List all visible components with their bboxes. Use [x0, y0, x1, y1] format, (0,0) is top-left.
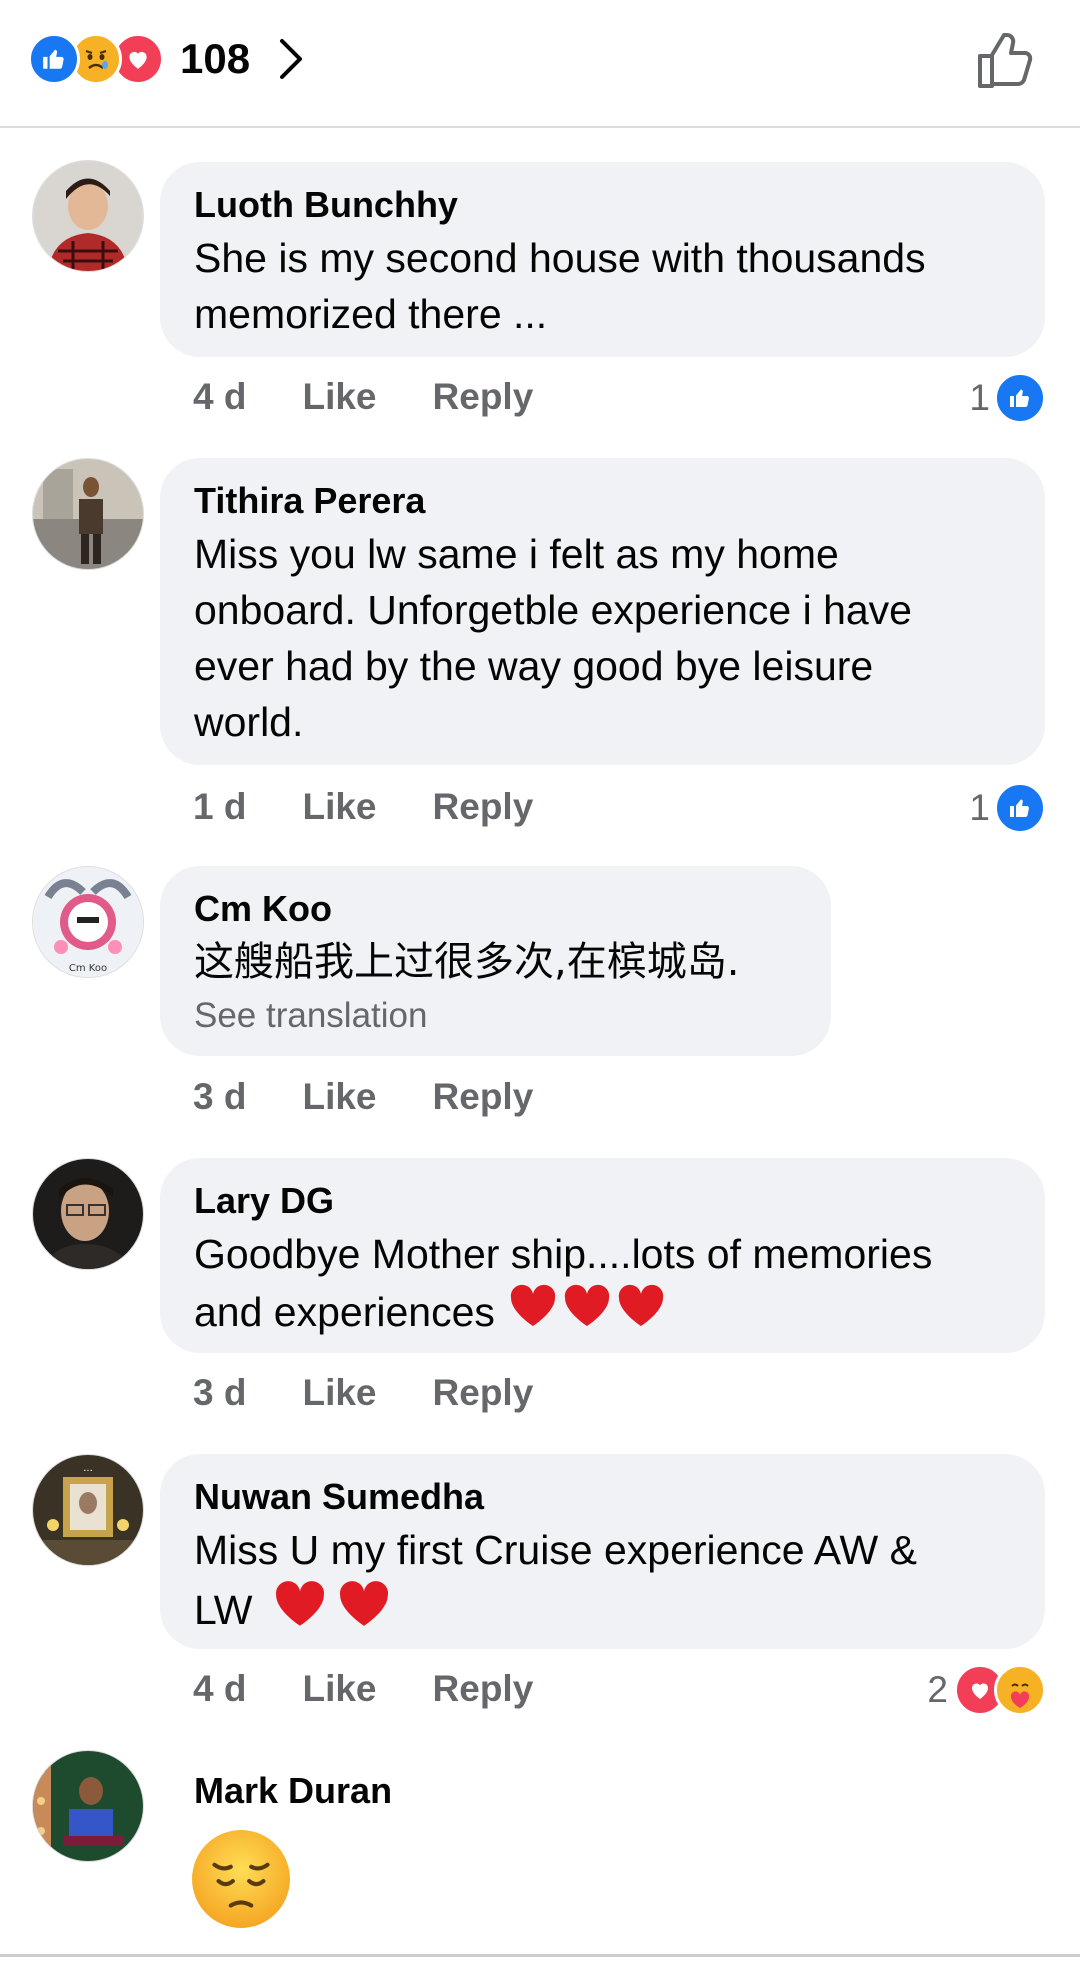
- like-button[interactable]: Like: [302, 376, 376, 418]
- reply-button[interactable]: Reply: [433, 1372, 534, 1414]
- comment-author[interactable]: Lary DG: [194, 1180, 1011, 1222]
- comment-author[interactable]: Tithira Perera: [194, 480, 1011, 522]
- avatar[interactable]: [32, 160, 144, 272]
- comment-time[interactable]: 4 d: [193, 376, 246, 418]
- comment-bubble[interactable]: Luoth Bunchhy She is my second house wit…: [160, 162, 1045, 357]
- comment-reaction-summary[interactable]: 1: [969, 782, 1046, 834]
- divider: [0, 1954, 1080, 1957]
- see-translation-link[interactable]: See translation: [194, 996, 797, 1036]
- comment-author[interactable]: Mark Duran: [194, 1770, 392, 1812]
- comment-text-line: ever had by the way good bye leisure: [194, 643, 874, 689]
- reply-button[interactable]: Reply: [433, 786, 534, 828]
- comment-bubble[interactable]: Tithira Perera Miss you lw same i felt a…: [160, 458, 1045, 765]
- comment-text-line: Miss U my first Cruise experience AW &: [194, 1527, 917, 1573]
- avatar[interactable]: [32, 1158, 144, 1270]
- thumbs-up-icon[interactable]: [976, 30, 1036, 90]
- reaction-total-count: 108: [180, 35, 251, 82]
- comment-text-line: Miss you lw same i felt as my home: [194, 531, 839, 577]
- reactions-header: 108: [0, 0, 1080, 128]
- comment-actions: 1 d Like Reply: [193, 786, 589, 828]
- comment-actions: 3 d Like Reply: [193, 1372, 589, 1414]
- comment-reaction-count: 1: [969, 787, 990, 828]
- comment-text-line: Goodbye Mother ship....lots of memories: [194, 1231, 933, 1277]
- reply-button[interactable]: Reply: [433, 1668, 534, 1710]
- comment-bubble[interactable]: Nuwan Sumedha Miss U my first Cruise exp…: [160, 1454, 1045, 1649]
- comment-author[interactable]: Cm Koo: [194, 888, 797, 930]
- comment-bubble[interactable]: Cm Koo 这艘船我上过很多次,在槟城岛. See translation: [160, 866, 831, 1056]
- comment-time[interactable]: 1 d: [193, 786, 246, 828]
- red-heart-icon: [274, 1578, 326, 1642]
- comment-text-line: and experiences: [194, 1289, 495, 1335]
- comment-author[interactable]: Nuwan Sumedha: [194, 1476, 1011, 1518]
- like-icon: [994, 372, 1046, 424]
- comment-time[interactable]: 4 d: [193, 1668, 246, 1710]
- reply-button[interactable]: Reply: [433, 1076, 534, 1118]
- care-icon: [994, 1664, 1046, 1716]
- comment-text-line: memorized there ...: [194, 291, 548, 337]
- avatar[interactable]: ...: [32, 1454, 144, 1566]
- avatar[interactable]: [32, 458, 144, 570]
- comment-time[interactable]: 3 d: [193, 1372, 246, 1414]
- pensive-face-icon: [190, 1828, 292, 1935]
- red-heart-icon: [509, 1282, 557, 1342]
- like-button[interactable]: Like: [302, 1372, 376, 1414]
- red-heart-icon: [338, 1578, 390, 1642]
- like-icon: [994, 782, 1046, 834]
- comment-text-line: onboard. Unforgetble experience i have: [194, 587, 912, 633]
- comment-bubble[interactable]: Lary DG Goodbye Mother ship....lots of m…: [160, 1158, 1045, 1353]
- avatar[interactable]: [32, 1750, 144, 1862]
- reply-button[interactable]: Reply: [433, 376, 534, 418]
- red-heart-icon: [563, 1282, 611, 1342]
- comment-text-line: 这艘船我上过很多次,在槟城岛.: [194, 939, 740, 985]
- comment-time[interactable]: 3 d: [193, 1076, 246, 1118]
- comment-text-line: LW: [194, 1587, 253, 1633]
- comment-text-line: She is my second house with thousands: [194, 235, 926, 281]
- comment-actions: 4 d Like Reply: [193, 1668, 589, 1710]
- svg-text:...: ...: [83, 1463, 93, 1474]
- avatar[interactable]: Cm Koo: [32, 866, 144, 978]
- like-button[interactable]: Like: [302, 1668, 376, 1710]
- comment-actions: 3 d Like Reply: [193, 1076, 589, 1118]
- comment-reaction-count: 2: [927, 1669, 948, 1710]
- svg-text:Cm Koo: Cm Koo: [69, 963, 107, 974]
- comment-reaction-summary[interactable]: 2: [927, 1664, 1046, 1716]
- comment-author[interactable]: Luoth Bunchhy: [194, 184, 1011, 226]
- chevron-right-icon[interactable]: [278, 37, 304, 81]
- like-button[interactable]: Like: [302, 1076, 376, 1118]
- like-icon: [28, 33, 80, 85]
- comment-reaction-count: 1: [969, 377, 990, 418]
- comment-text-line: world.: [194, 699, 304, 745]
- comment-reaction-summary[interactable]: 1: [969, 372, 1046, 424]
- reactions-summary[interactable]: 108: [28, 32, 304, 86]
- like-button[interactable]: Like: [302, 786, 376, 828]
- red-heart-icon: [617, 1282, 665, 1342]
- comment-actions: 4 d Like Reply: [193, 376, 589, 418]
